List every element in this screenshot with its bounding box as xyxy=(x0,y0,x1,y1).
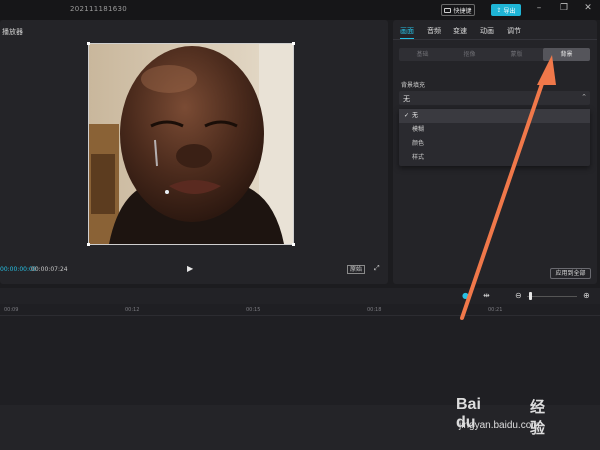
minimize-button[interactable]: – xyxy=(533,3,545,13)
option-label: 无 xyxy=(412,112,419,119)
play-icon[interactable]: ▶ xyxy=(187,264,193,273)
zoom-slider-handle[interactable] xyxy=(529,292,532,300)
video-editor-window: 202111181630 快捷键 ⇪ 导出 – ❐ ✕ 播放器 00:00:00… xyxy=(0,0,600,450)
option-label: 模糊 xyxy=(412,126,425,133)
tab-speed[interactable]: 变速 xyxy=(453,26,467,36)
tab-animation[interactable]: 动画 xyxy=(480,26,494,36)
link-toggle-icon[interactable]: ● xyxy=(462,291,469,300)
jingyan-label: 经验 xyxy=(530,398,546,437)
split-icon[interactable]: ⇹ xyxy=(483,291,490,300)
tab-adjust[interactable]: 调节 xyxy=(507,26,521,36)
ruler-tick: 00:12 xyxy=(125,307,140,313)
upload-icon: ⇪ xyxy=(496,6,502,14)
chevron-up-icon: ⌃ xyxy=(581,93,587,101)
subtab-basic[interactable]: 基础 xyxy=(399,48,446,61)
resize-handle-br[interactable] xyxy=(292,243,295,246)
background-fill-dropdown: ✓ 无 模糊 颜色 样式 xyxy=(399,109,590,166)
restore-button[interactable]: ❐ xyxy=(558,3,570,13)
picture-subtabs: 基础 抠像 蒙版 背景 xyxy=(399,48,590,61)
option-blur[interactable]: 模糊 xyxy=(399,123,590,137)
option-style[interactable]: 样式 xyxy=(399,151,590,165)
export-button[interactable]: ⇪ 导出 xyxy=(491,4,521,16)
close-button[interactable]: ✕ xyxy=(582,3,594,13)
timeline-ruler[interactable]: 00:09 00:12 00:15 00:18 00:21 xyxy=(0,304,600,316)
check-icon: ✓ xyxy=(404,112,410,119)
watermark-url: jingyan.baidu.com xyxy=(459,420,540,431)
zoom-in-icon[interactable]: ⊕ xyxy=(583,291,590,300)
title-bar: 202111181630 快捷键 ⇪ 导出 – ❐ ✕ xyxy=(0,0,600,20)
zoom-slider[interactable] xyxy=(527,296,577,297)
option-none[interactable]: ✓ 无 xyxy=(399,109,590,123)
properties-panel: 画面 音频 变速 动画 调节 基础 抠像 蒙版 背景 背景填充 无 ⌃ ✓ 无 … xyxy=(393,20,597,284)
resize-handle-tr[interactable] xyxy=(292,42,295,45)
ruler-tick: 00:18 xyxy=(367,307,382,313)
ruler-tick: 00:21 xyxy=(488,307,503,313)
player-title: 播放器 xyxy=(2,28,23,36)
option-label: 样式 xyxy=(412,154,425,161)
active-tab-underline xyxy=(400,38,414,39)
resize-handle-tl[interactable] xyxy=(87,42,90,45)
fullscreen-icon[interactable]: ⤢ xyxy=(374,264,380,273)
video-frame-image xyxy=(89,44,293,244)
project-name: 202111181630 xyxy=(70,5,128,13)
property-tabs: 画面 音频 变速 动画 调节 xyxy=(393,20,597,40)
keyboard-icon xyxy=(444,7,452,13)
tab-audio[interactable]: 音频 xyxy=(427,26,441,36)
ruler-tick: 00:15 xyxy=(246,307,261,313)
apply-to-all-button[interactable]: 应用到全部 xyxy=(550,268,591,279)
export-label: 导出 xyxy=(503,7,516,15)
total-time: 00:00:07:24 xyxy=(31,266,68,273)
subtab-background[interactable]: 背景 xyxy=(543,48,590,61)
ruler-tick: 00:09 xyxy=(4,307,19,313)
video-preview[interactable] xyxy=(87,42,295,246)
tab-picture[interactable]: 画面 xyxy=(400,26,414,36)
resize-handle-bl[interactable] xyxy=(87,243,90,246)
timeline-toolbar: ● ⇹ ⊖ ⊕ xyxy=(0,288,600,304)
option-color[interactable]: 颜色 xyxy=(399,137,590,151)
background-fill-value: 无 xyxy=(403,95,410,103)
original-ratio-button[interactable]: 原始 xyxy=(347,265,366,274)
shortcut-label: 快捷键 xyxy=(453,7,472,15)
zoom-out-icon[interactable]: ⊖ xyxy=(515,291,522,300)
player-panel: 播放器 00:00:00:00 00:00:07:24 ▶ 原始 ⤢ xyxy=(0,20,388,284)
option-label: 颜色 xyxy=(412,140,425,147)
background-fill-select[interactable]: 无 ⌃ xyxy=(399,91,590,105)
background-fill-label: 背景填充 xyxy=(401,82,426,89)
subtab-mask[interactable]: 蒙版 xyxy=(493,48,540,61)
shortcut-button[interactable]: 快捷键 xyxy=(441,4,475,16)
subtab-cutout[interactable]: 抠像 xyxy=(446,48,493,61)
